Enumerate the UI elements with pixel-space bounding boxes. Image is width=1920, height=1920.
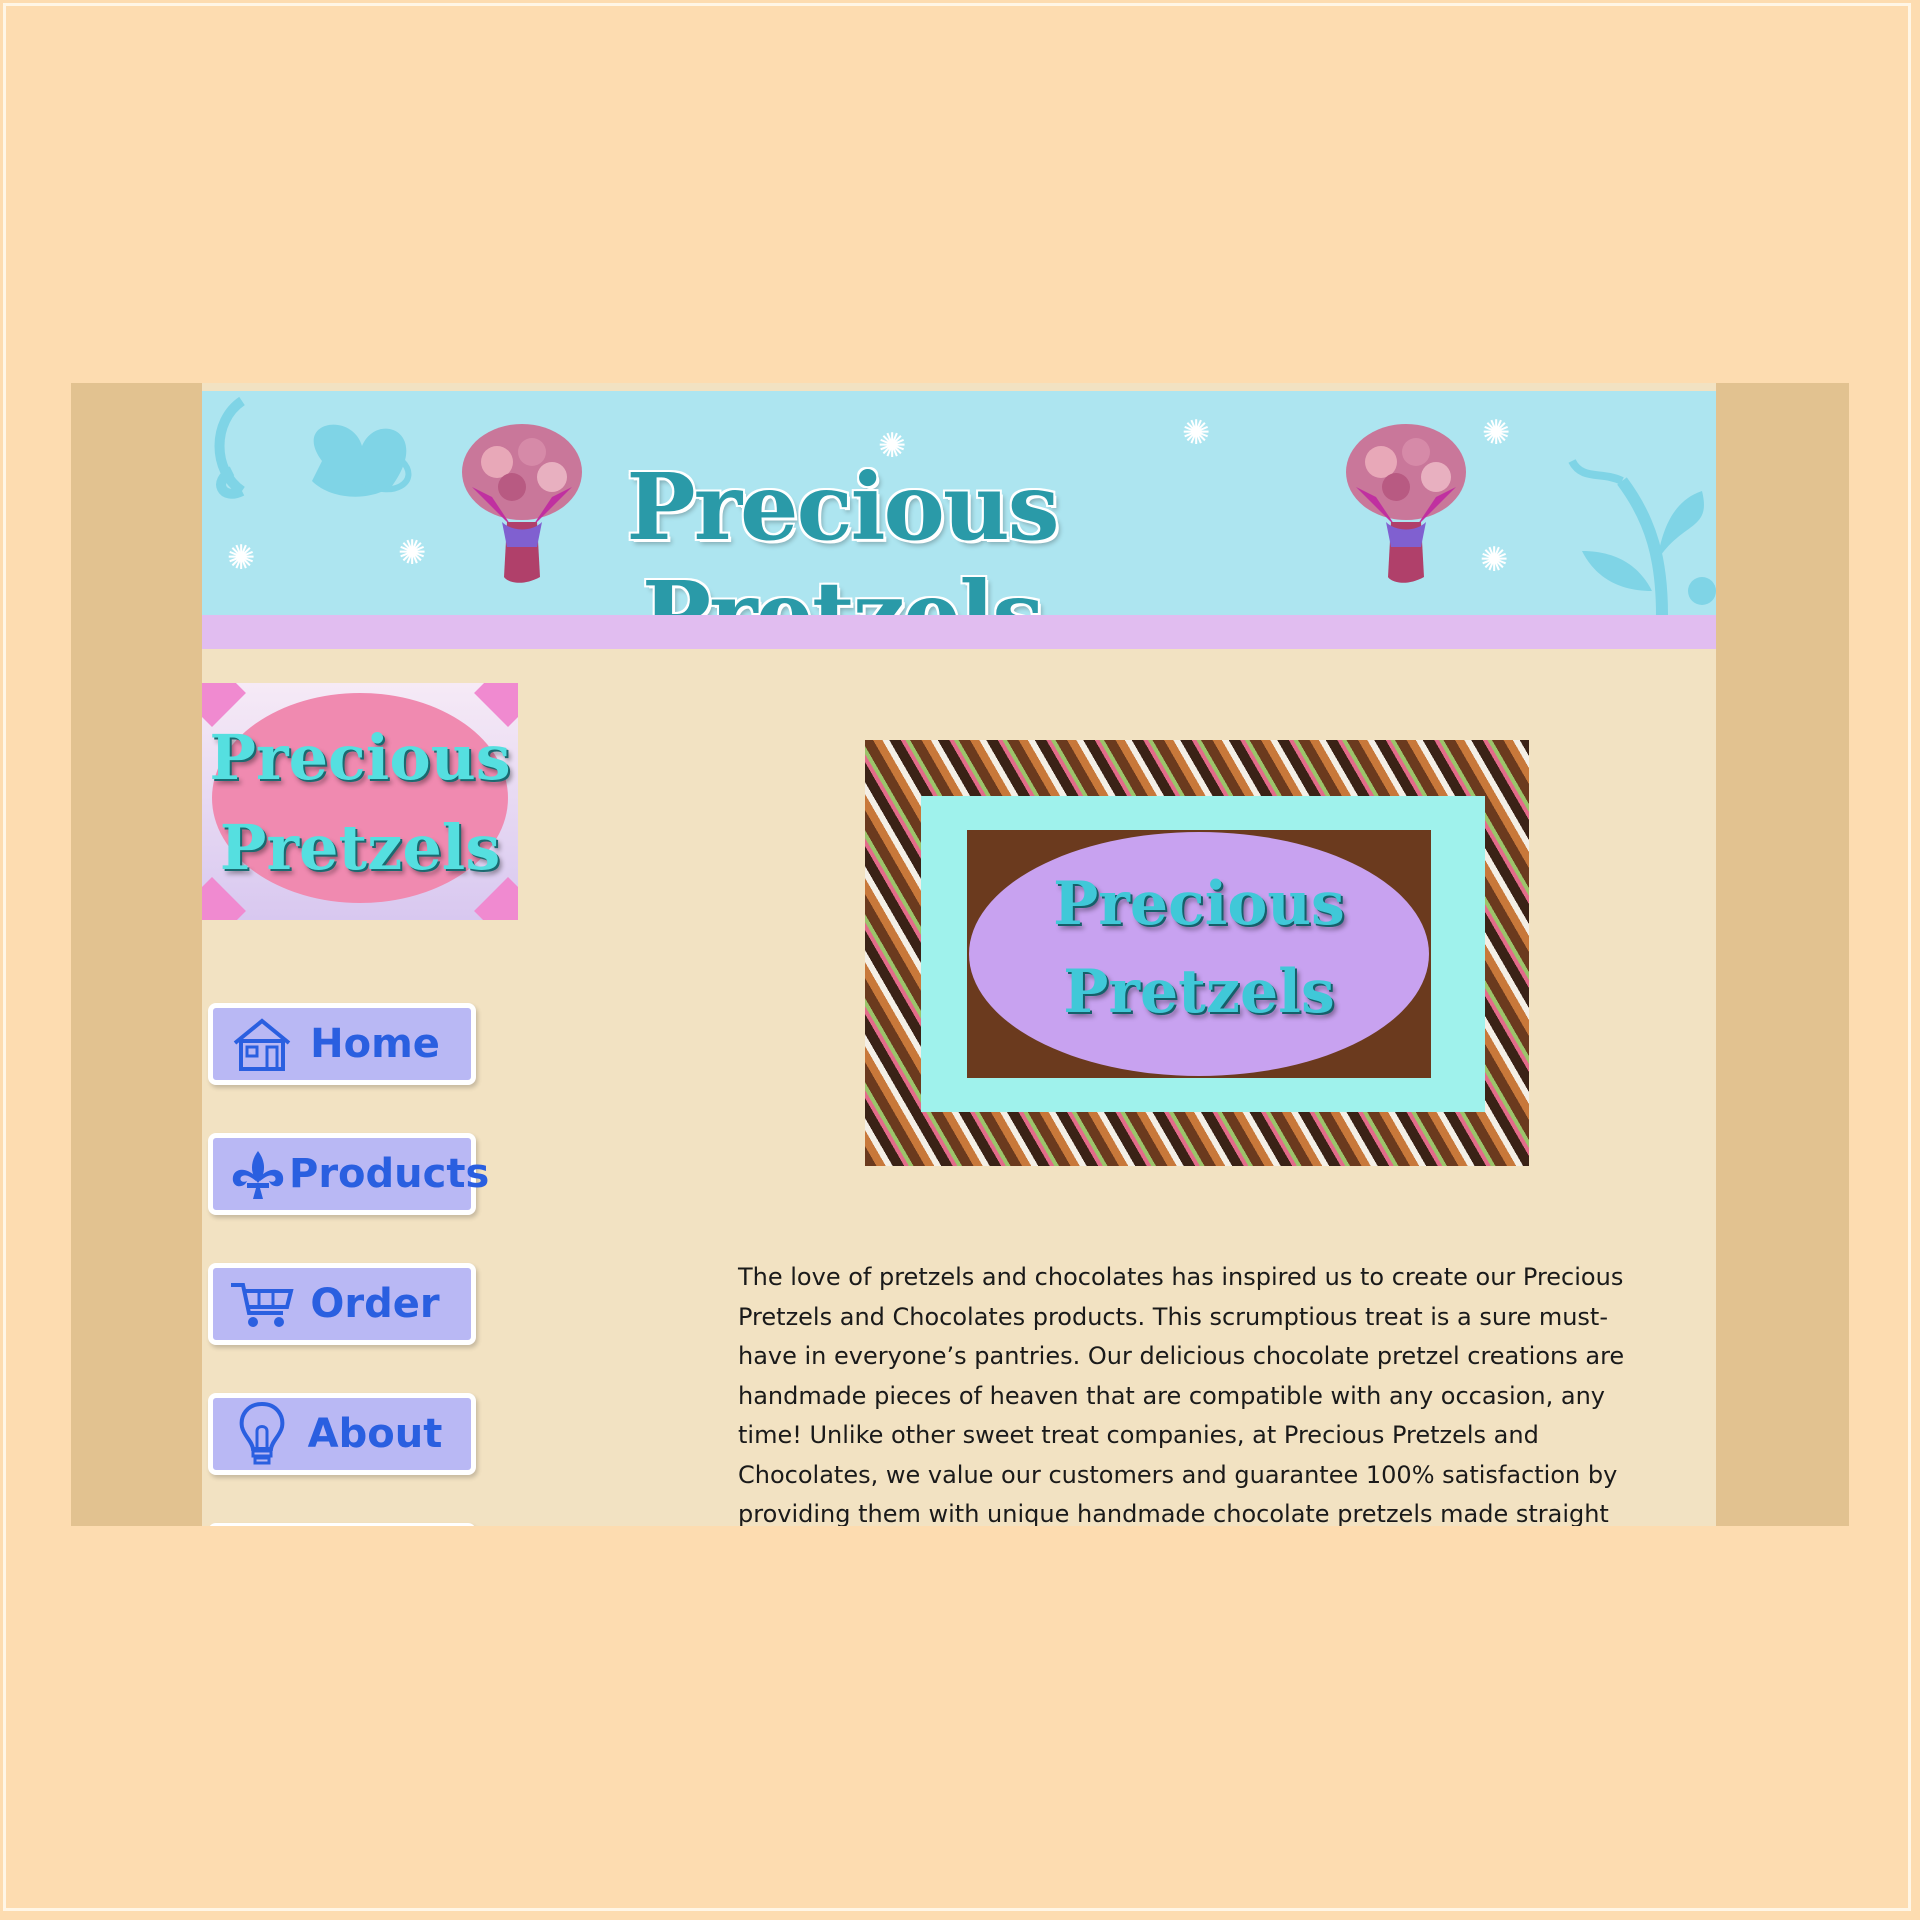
logo-line-1: Precious: [209, 721, 511, 794]
page: ✺ ✺ ✺ ✺ ✺ ✺ Precious Pretzels Precious P…: [202, 383, 1716, 1526]
sparkle-icon: ✺: [1482, 413, 1511, 453]
hero-image: Precious Pretzels: [865, 740, 1529, 1166]
hero-line-2: Pretzels: [1063, 957, 1335, 1027]
home-icon: [227, 1017, 297, 1071]
nav-products-button[interactable]: Products: [208, 1133, 489, 1215]
site-logo[interactable]: Precious Pretzels: [202, 683, 518, 920]
nav-about-button[interactable]: About: [208, 1393, 476, 1475]
sparkle-icon: ✺: [398, 533, 427, 573]
logo-text: Precious Pretzels: [202, 713, 518, 893]
header-banner: ✺ ✺ ✺ ✺ ✺ ✺ Precious Pretzels: [202, 391, 1716, 615]
website-screenshot: ✺ ✺ ✺ ✺ ✺ ✺ Precious Pretzels Precious P…: [71, 383, 1849, 1526]
heart-decoration-icon: [214, 396, 412, 499]
sparkle-icon: ✺: [227, 538, 256, 578]
logo-line-2: Pretzels: [219, 811, 501, 884]
hero-logo-text: Precious Pretzels: [969, 860, 1429, 1036]
site-title: Precious Pretzels: [626, 453, 1059, 615]
nav-products-label: Products: [289, 1151, 490, 1197]
fleur-de-lis-icon: [227, 1147, 289, 1201]
hero-line-1: Precious: [1053, 869, 1345, 939]
nav-home-label: Home: [310, 1021, 440, 1067]
sparkle-icon: ✺: [1182, 413, 1211, 453]
sparkle-icon: ✺: [1480, 540, 1509, 580]
side-navigation: Home Products Order About: [208, 1003, 489, 1526]
lightbulb-icon: [227, 1401, 297, 1467]
vine-decoration-icon: [1568, 458, 1716, 615]
nav-home-button[interactable]: Home: [208, 1003, 476, 1085]
nav-order-label: Order: [310, 1281, 440, 1327]
intro-paragraph: The love of pretzels and chocolates has …: [738, 1263, 1625, 1526]
shopping-cart-icon: [227, 1279, 297, 1329]
banner-strip: [202, 615, 1716, 649]
nav-next-button[interactable]: [208, 1523, 476, 1526]
nav-about-label: About: [307, 1411, 443, 1457]
nav-order-button[interactable]: Order: [208, 1263, 476, 1345]
pretzel-bouquet-icon: [1346, 424, 1466, 583]
